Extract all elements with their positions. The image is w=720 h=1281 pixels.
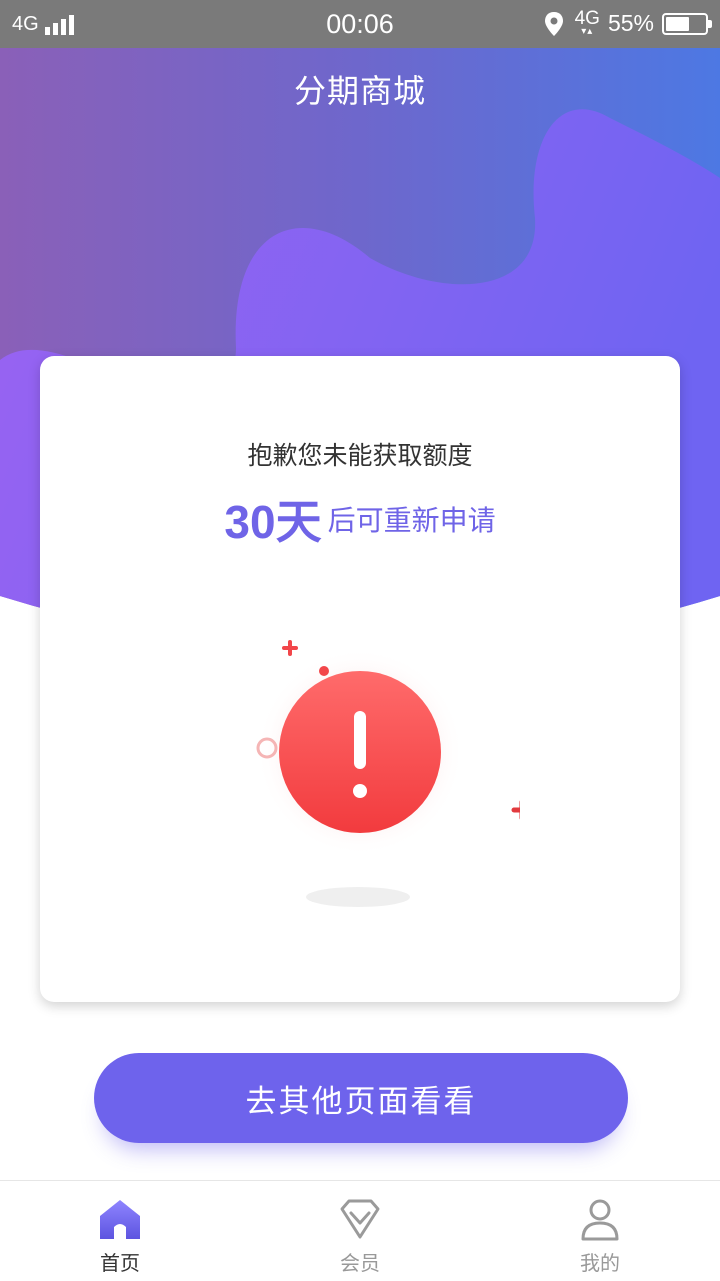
tab-profile[interactable]: 我的 bbox=[530, 1181, 670, 1281]
shadow-ellipse bbox=[306, 887, 410, 907]
retry-days: 30天 bbox=[224, 496, 322, 548]
bottom-tab-bar: 首页 会员 我的 bbox=[0, 1180, 720, 1281]
exclamation-icon bbox=[354, 711, 366, 769]
battery-icon bbox=[662, 12, 712, 35]
error-illustration bbox=[256, 640, 520, 907]
retry-days-suffix: 后可重新申请 bbox=[327, 504, 496, 537]
tab-membership[interactable]: 会员 bbox=[290, 1181, 430, 1281]
failure-message: 抱歉您未能获取额度 bbox=[247, 441, 473, 470]
home-icon bbox=[100, 1200, 140, 1239]
browse-other-pages-button[interactable]: 去其他页面看看 bbox=[94, 1053, 628, 1143]
tab-home[interactable]: 首页 bbox=[50, 1181, 190, 1281]
user-icon bbox=[581, 1199, 619, 1241]
mobile-data-indicator: 4G ▾▴ bbox=[575, 9, 600, 37]
tab-membership-label: 会员 bbox=[340, 1251, 380, 1275]
location-icon bbox=[544, 11, 563, 36]
dot-sparkle-icon bbox=[319, 666, 329, 676]
status-bar: 4G 00:06 4G ▾▴ 55% bbox=[0, 0, 720, 48]
tab-home-label: 首页 bbox=[100, 1251, 140, 1275]
retry-notice: 30天 后可重新申请 bbox=[40, 486, 680, 552]
plus-sparkle-icon bbox=[282, 640, 298, 656]
result-card: 抱歉您未能获取额度 30天 后可重新申请 bbox=[40, 356, 680, 1002]
status-bar-right: 4G ▾▴ 55% bbox=[543, 9, 712, 37]
page-title: 分期商城 bbox=[293, 72, 426, 110]
battery-percent: 55% bbox=[607, 10, 654, 36]
tab-profile-label: 我的 bbox=[580, 1251, 620, 1275]
plus-sparkle-icon-large bbox=[511, 800, 520, 820]
diamond-icon bbox=[340, 1199, 380, 1239]
